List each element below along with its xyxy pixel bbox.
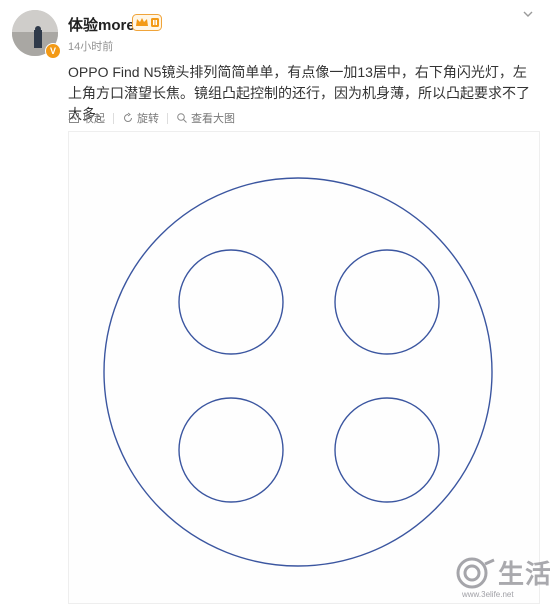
lens-circle-bottom-left [178,397,284,503]
toolbar-divider [167,112,168,124]
chevron-down-icon[interactable] [520,6,536,22]
post-image[interactable] [68,131,540,604]
watermark-url: www.3elife.net [462,590,514,599]
collapse-icon [69,113,79,123]
outer-circle-shape [103,177,493,567]
vip-crown-badge-icon [132,14,162,31]
lens-circle-top-right [334,249,440,355]
verified-v-badge: V [45,43,61,59]
rotate-icon [124,112,132,122]
username[interactable]: 体验more [68,14,135,35]
lens-circle-bottom-right [334,397,440,503]
toolbar-divider [113,112,114,124]
view-large-label: 查看大图 [191,113,235,125]
watermark: 生活 www.3elife.net [450,552,550,608]
collapse-button[interactable]: 收起 [68,110,105,126]
watermark-brand: 生活 [498,559,550,589]
post-timestamp[interactable]: 14小时前 [68,38,113,54]
watermark-logo-icon [456,557,495,589]
rotate-button[interactable]: 旋转 [122,110,159,126]
view-large-button[interactable]: 查看大图 [176,110,235,126]
image-toolbar: 收起 旋转 查看大图 [68,107,540,129]
magnify-icon [177,113,187,123]
collapse-label: 收起 [83,113,105,125]
lens-circle-top-left [178,249,284,355]
rotate-label: 旋转 [137,113,159,125]
